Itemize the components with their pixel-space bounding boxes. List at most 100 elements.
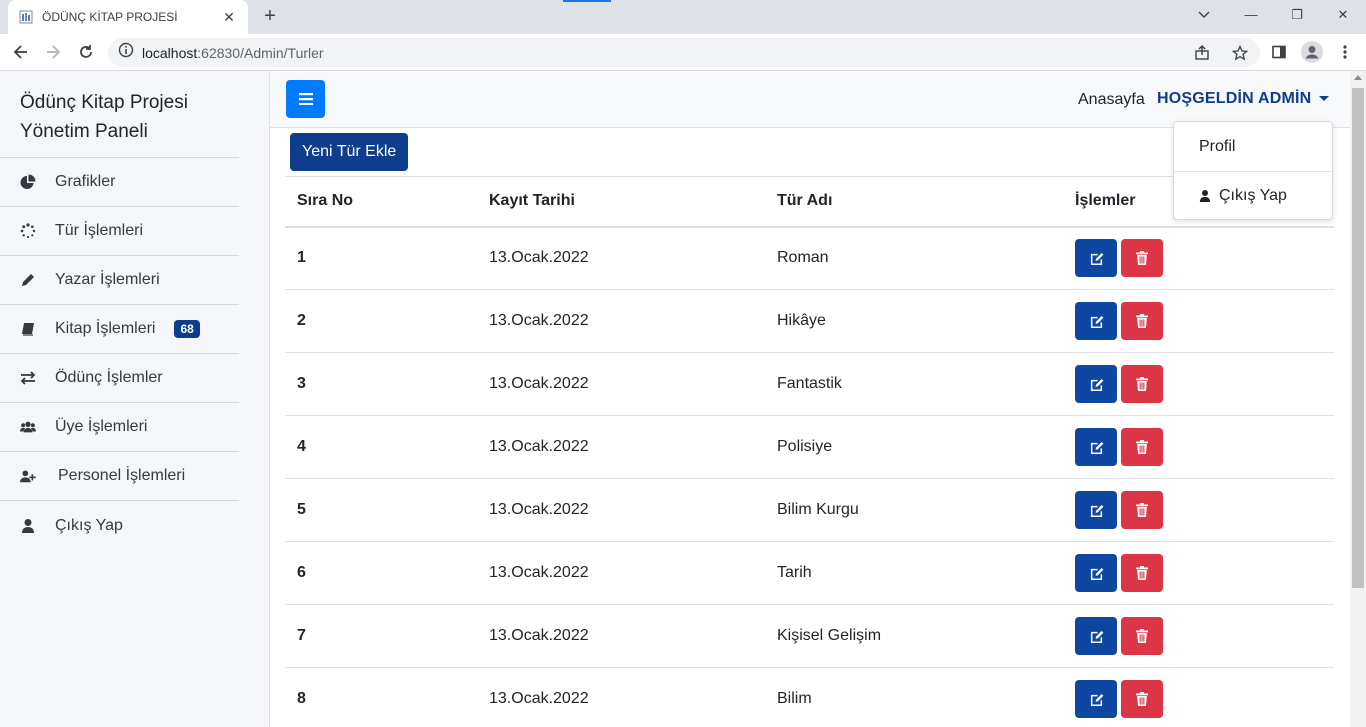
add-genre-button[interactable]: Yeni Tür Ekle: [290, 133, 409, 171]
delete-button[interactable]: [1121, 491, 1163, 529]
tab-search-icon[interactable]: [1181, 4, 1227, 26]
restore-button[interactable]: ❐: [1274, 4, 1320, 26]
delete-button[interactable]: [1121, 365, 1163, 403]
row-actions: [1075, 554, 1334, 592]
edit-button[interactable]: [1075, 302, 1117, 340]
row-actions: [1075, 680, 1334, 718]
edit-button[interactable]: [1075, 428, 1117, 466]
sidebar-item-label: Ödünç İşlemler: [55, 369, 163, 386]
delete-button[interactable]: [1121, 617, 1163, 655]
edit-icon: [1089, 693, 1104, 706]
delete-button[interactable]: [1121, 680, 1163, 718]
sidebar-item-uye[interactable]: Üye İşlemleri: [0, 403, 239, 452]
bars-icon: [298, 93, 313, 105]
scroll-up-arrow-icon[interactable]: [1354, 75, 1362, 80]
admin-dropdown-toggle[interactable]: HOŞGELDİN ADMİN: [1157, 90, 1330, 108]
header-kayit-tarihi: Kayıt Tarihi: [477, 176, 765, 228]
cell-sira-no: 4: [285, 415, 477, 479]
cell-islemler: [1063, 226, 1334, 290]
hamburger-menu-button[interactable]: [286, 80, 325, 118]
delete-button[interactable]: [1121, 428, 1163, 466]
bookmark-star-icon[interactable]: [1228, 38, 1252, 67]
cell-kayit-tarihi: 13.Ocak.2022: [477, 289, 765, 353]
cell-kayit-tarihi: 13.Ocak.2022: [477, 604, 765, 668]
admin-label: HOŞGELDİN ADMİN: [1157, 90, 1312, 107]
tab-title: ÖDÜNÇ KİTAP PROJESİ: [42, 10, 178, 24]
table-row: 6 13.Ocak.2022 Tarih: [285, 541, 1334, 605]
dropdown-item-logout[interactable]: Çıkış Yap: [1174, 171, 1332, 220]
top-navbar: Anasayfa HOŞGELDİN ADMİN: [270, 71, 1350, 128]
dropdown-item-profile[interactable]: Profil: [1174, 122, 1332, 171]
cell-kayit-tarihi: 13.Ocak.2022: [477, 226, 765, 290]
cell-tur-adi: Tarih: [765, 541, 1063, 605]
user-icon: [20, 518, 36, 534]
caret-down-icon: [1319, 96, 1330, 102]
minimize-button[interactable]: —: [1228, 4, 1274, 26]
edit-button[interactable]: [1075, 239, 1117, 278]
profile-avatar-icon[interactable]: [1299, 39, 1325, 65]
header-sira-no: Sıra No: [285, 176, 477, 228]
sidebar-item-personel[interactable]: Personel İşlemleri: [0, 452, 239, 501]
cell-tur-adi: Bilim Kurgu: [765, 478, 1063, 542]
trash-icon: [1136, 314, 1148, 328]
brand-title[interactable]: Ödünç Kitap Projesi Yönetim Paneli: [0, 71, 239, 158]
close-window-button[interactable]: ✕: [1320, 4, 1366, 26]
edit-icon: [1089, 378, 1104, 391]
forward-arrow-icon[interactable]: [40, 39, 66, 65]
sidebar-item-odunc[interactable]: Ödünç İşlemler: [0, 354, 239, 403]
reload-icon[interactable]: [73, 39, 99, 65]
loading-indicator: [563, 0, 611, 2]
edit-button[interactable]: [1075, 680, 1117, 718]
table-row: 8 13.Ocak.2022 Bilim: [285, 667, 1334, 727]
pie-chart-icon: [20, 174, 36, 190]
browser-menu-icon[interactable]: [1332, 39, 1358, 65]
cell-islemler: [1063, 415, 1334, 479]
sidebar-item-label: Üye İşlemleri: [55, 418, 148, 435]
sidebar: Ödünç Kitap Projesi Yönetim Paneli Grafi…: [0, 71, 270, 727]
row-actions: [1075, 239, 1334, 278]
sidebar-item-tur[interactable]: Tür İşlemleri: [0, 207, 239, 256]
profile-label: Profil: [1199, 137, 1236, 155]
share-icon[interactable]: [1190, 38, 1214, 67]
trash-icon: [1136, 629, 1148, 643]
cell-sira-no: 6: [285, 541, 477, 605]
scrollbar-thumb[interactable]: [1352, 88, 1364, 588]
edit-button[interactable]: [1075, 365, 1117, 403]
book-icon: [20, 321, 36, 337]
brand-line-2: Yönetim Paneli: [20, 121, 148, 142]
sidebar-item-grafikler[interactable]: Grafikler: [0, 158, 239, 207]
sidebar-item-kitap[interactable]: Kitap İşlemleri 68: [0, 305, 239, 354]
sidebar-item-label: Çıkış Yap: [55, 516, 123, 534]
sidebar-item-label: Grafikler: [55, 173, 116, 190]
header-tur-adi: Tür Adı: [765, 176, 1063, 228]
sidebar-item-cikis[interactable]: Çıkış Yap: [0, 501, 239, 550]
edit-button[interactable]: [1075, 617, 1117, 655]
sidebar-item-label: Yazar İşlemleri: [55, 271, 160, 288]
address-bar[interactable]: localhost:62830/Admin/Turler: [108, 38, 1260, 67]
cell-tur-adi: Fantastik: [765, 352, 1063, 416]
side-panel-icon[interactable]: [1266, 39, 1292, 65]
cell-kayit-tarihi: 13.Ocak.2022: [477, 541, 765, 605]
cell-sira-no: 5: [285, 478, 477, 542]
new-tab-button[interactable]: +: [258, 5, 282, 29]
sidebar-item-yazar[interactable]: Yazar İşlemleri: [0, 256, 239, 305]
browser-tab[interactable]: ÖDÜNÇ KİTAP PROJESİ ✕: [8, 0, 248, 34]
delete-button[interactable]: [1121, 554, 1163, 592]
cell-tur-adi: Hikâye: [765, 289, 1063, 353]
edit-icon: [1089, 441, 1104, 454]
delete-button[interactable]: [1121, 302, 1163, 340]
tab-close-icon[interactable]: ✕: [220, 9, 238, 26]
home-link[interactable]: Anasayfa: [1078, 91, 1145, 109]
cell-sira-no: 8: [285, 667, 477, 727]
row-actions: [1075, 428, 1334, 466]
edit-button[interactable]: [1075, 554, 1117, 592]
sidebar-item-label: Tür İşlemleri: [55, 222, 144, 239]
delete-button[interactable]: [1121, 239, 1163, 278]
page-scrollbar[interactable]: [1350, 71, 1366, 727]
table-row: 7 13.Ocak.2022 Kişisel Gelişim: [285, 604, 1334, 668]
info-icon[interactable]: [118, 42, 134, 63]
table-row: 2 13.Ocak.2022 Hikâye: [285, 289, 1334, 353]
back-arrow-icon[interactable]: [8, 39, 34, 65]
edit-button[interactable]: [1075, 491, 1117, 529]
url-text: localhost:62830/Admin/Turler: [142, 45, 324, 61]
